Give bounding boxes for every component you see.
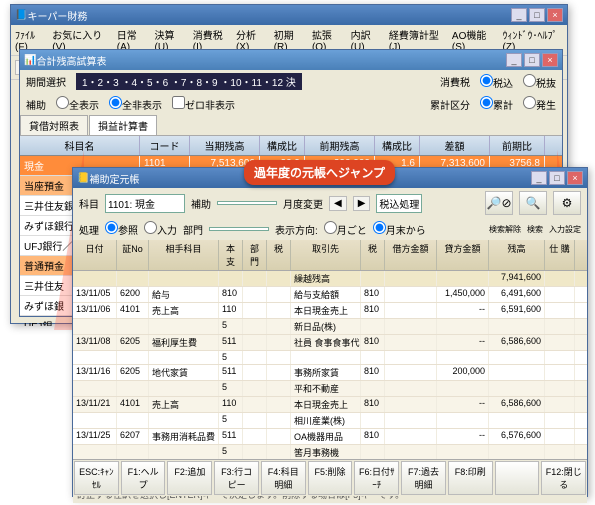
proc-label: 処理: [79, 222, 99, 237]
sub-maximize[interactable]: □: [524, 53, 540, 67]
ledger-row[interactable]: 13/11/214101売上高110本日現金売上810--6,586,600: [73, 397, 587, 413]
aux-label: 補助: [26, 97, 46, 112]
ledger-body[interactable]: 13/11/056200給与810給与支給額8101,450,0006,491,…: [73, 287, 587, 485]
fkey-f1[interactable]: F1:ヘルプ: [121, 461, 166, 495]
disp-opt[interactable]: 月末から: [373, 221, 426, 237]
minimize-button[interactable]: _: [511, 8, 527, 22]
sub-titlebar: 📊 合計残高試算表 _ □ ×: [20, 50, 562, 70]
sub-minimize[interactable]: _: [506, 53, 522, 67]
opening-balance-row: 繰越残高 7,941,600: [73, 271, 587, 287]
ledger-row[interactable]: 13/11/064101売上高110本日現金売上810--6,591,600: [73, 303, 587, 319]
function-keys: ESC:ｷｬﾝｾﾙ F1:ヘルプ F2:追加 F3:行コピー F4:科目明細 F…: [73, 459, 587, 496]
tab-bs[interactable]: 貸借対照表: [20, 115, 88, 135]
fkey-f2[interactable]: F2:追加: [167, 461, 212, 495]
search-icon[interactable]: 🔍: [519, 191, 547, 215]
tab-pl[interactable]: 損益計算書: [89, 115, 157, 135]
fkey-f7[interactable]: F7:過去明細: [401, 461, 446, 495]
search-clear-icon[interactable]: 🔎⊘: [485, 191, 513, 215]
sum-label: 累計区分: [430, 97, 470, 112]
maximize-button[interactable]: □: [529, 8, 545, 22]
disp-opt[interactable]: 月ごと: [324, 221, 367, 237]
sub-title: 合計残高試算表: [36, 53, 506, 68]
subject-label: 科目: [79, 196, 99, 211]
callout-bubble: 過年度の元帳へジャンプ: [244, 160, 395, 185]
icon-label: 検索解除: [489, 224, 521, 235]
ledger-row[interactable]: 5相川産業(株): [73, 413, 587, 429]
fkey-blank[interactable]: [495, 461, 540, 495]
period-nav[interactable]: 1・2・3 ・4・5・6 ・7・8・9 ・10・11・12 決: [76, 73, 302, 90]
app-title: キーパー財務: [27, 8, 511, 23]
tax-opt[interactable]: 税抜: [523, 74, 556, 90]
period-label: 期間選択: [26, 74, 66, 89]
ledger-close[interactable]: ×: [567, 171, 583, 185]
fkey-f5[interactable]: F5:削除: [308, 461, 353, 495]
proc-opt[interactable]: 参照: [105, 221, 138, 237]
ledger-row[interactable]: 13/11/166205地代家賃511事務所家賃810200,000: [73, 365, 587, 381]
sum-opt[interactable]: 累計: [480, 96, 513, 112]
tax-label: 消費税: [440, 74, 470, 89]
disp-opt[interactable]: ゼロ非表示: [172, 96, 235, 112]
sub-icon: 📊: [24, 55, 36, 66]
ledger-row[interactable]: 5: [73, 351, 587, 365]
ledger-header: 日付証No 相手科目本支 部門税 取引先税 借方金額貸方金額 残高仕 購: [73, 240, 587, 271]
fkey-f8[interactable]: F8:印刷: [448, 461, 493, 495]
disp-dir-label: 表示方向:: [275, 222, 318, 237]
ledger-row[interactable]: 13/11/056200給与810給与支給額8101,450,0006,491,…: [73, 287, 587, 303]
icon-label: 入力設定: [549, 224, 581, 235]
tax-opt[interactable]: 税込: [480, 74, 513, 90]
fkey-f6[interactable]: F6:日付ｻｰﾁ: [354, 461, 399, 495]
settings-icon[interactable]: ⚙: [553, 191, 581, 215]
ledger-row[interactable]: 13/11/256207事務用消耗品費511OA機器用品810--6,576,6…: [73, 429, 587, 445]
aux-label: 補助: [191, 196, 211, 211]
app-icon: 📘: [15, 10, 27, 21]
tax-proc-select[interactable]: 税込処理: [376, 194, 422, 213]
ledger-max[interactable]: □: [549, 171, 565, 185]
fkey-f12[interactable]: F12:閉じる: [541, 461, 586, 495]
ledger-min[interactable]: _: [531, 171, 547, 185]
dept-label: 部門: [183, 222, 203, 237]
aux-select[interactable]: [217, 201, 277, 205]
dept-select[interactable]: [209, 227, 269, 231]
grid-header: 科目名コード 当期残高構成比 前期残高構成比 差額前期比: [20, 136, 562, 156]
month-next[interactable]: ▶: [353, 196, 371, 211]
ledger-window: 📒 補助定元帳 _ □ × 科目 1101: 現金 補助 月度変更 ◀ ▶ 税込…: [72, 167, 588, 497]
ledger-icon: 📒: [77, 173, 89, 184]
fkey-esc[interactable]: ESC:ｷｬﾝｾﾙ: [74, 461, 119, 495]
fkey-f4[interactable]: F4:科目明細: [261, 461, 306, 495]
icon-label: 検索: [527, 224, 543, 235]
month-label: 月度変更: [283, 196, 323, 211]
fkey-f3[interactable]: F3:行コピー: [214, 461, 259, 495]
disp-opt[interactable]: 全非表示: [109, 96, 162, 112]
close-button[interactable]: ×: [547, 8, 563, 22]
sub-close[interactable]: ×: [542, 53, 558, 67]
month-prev[interactable]: ◀: [329, 196, 347, 211]
sum-opt[interactable]: 発生: [523, 96, 556, 112]
ledger-row[interactable]: 5新日品(株): [73, 319, 587, 335]
ledger-row[interactable]: 5平和不動産: [73, 381, 587, 397]
subject-select[interactable]: 1101: 現金: [105, 194, 185, 213]
ledger-row[interactable]: 13/11/086205福利厚生費511社員 食事食事代810--6,586,6…: [73, 335, 587, 351]
proc-opt[interactable]: 入力: [144, 221, 177, 237]
main-titlebar: 📘 キーパー財務 _ □ ×: [11, 5, 567, 25]
disp-opt[interactable]: 全表示: [56, 96, 99, 112]
